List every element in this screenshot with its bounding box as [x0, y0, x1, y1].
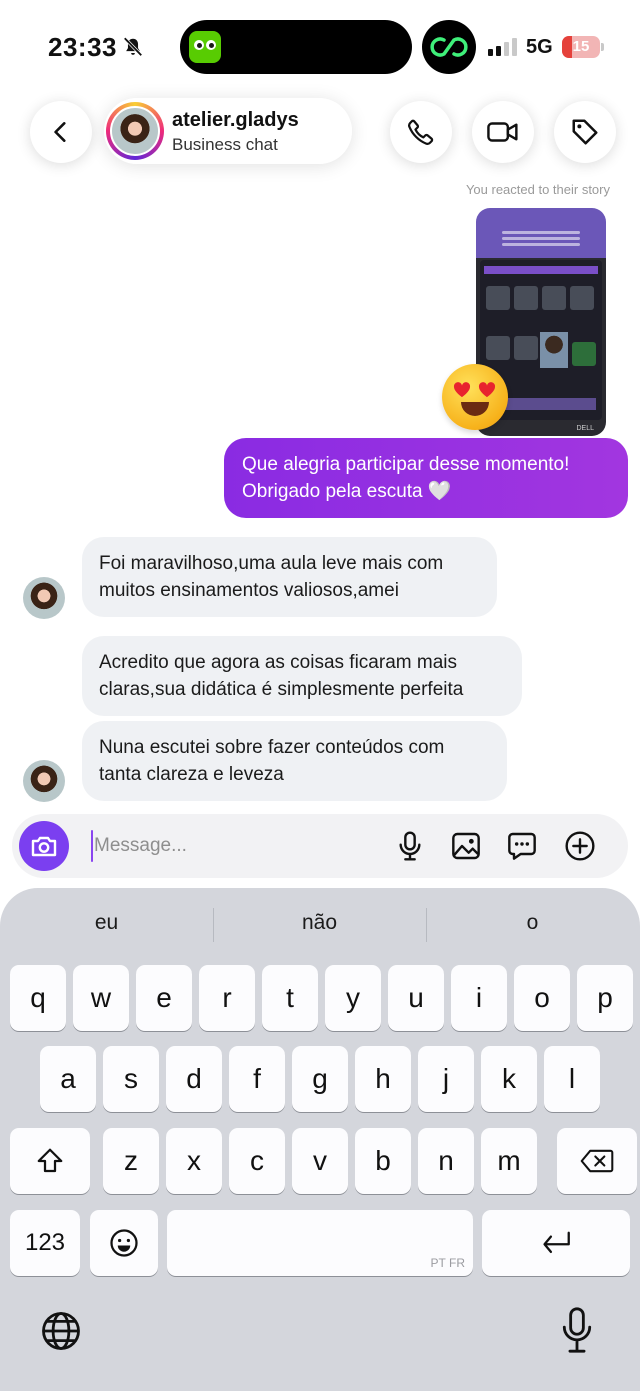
message-line: muitos ensinamentos valiosos,amei [99, 580, 399, 601]
add-icon[interactable] [564, 830, 596, 862]
key-e[interactable]: e [136, 965, 192, 1031]
message-line: Foi maravilhoso,uma aula leve mais com [99, 553, 444, 574]
message-line: Que alegria participar desse momento! [242, 454, 570, 475]
battery-level-fill [562, 36, 572, 58]
incoming-message[interactable]: Acredito que agora as coisas ficaram mai… [82, 636, 522, 716]
phone-icon [408, 119, 434, 145]
backspace-key[interactable] [557, 1128, 637, 1194]
message-line: Obrigado pela escuta 🤍 [242, 481, 452, 502]
message-line: claras,sua didática é simplesmente perfe… [99, 679, 464, 700]
numbers-key[interactable]: 123 [10, 1210, 80, 1276]
key-z[interactable]: z [103, 1128, 159, 1194]
key-t[interactable]: t [262, 965, 318, 1031]
contact-profile[interactable]: atelier.gladys Business chat [104, 98, 352, 164]
key-d[interactable]: d [166, 1046, 222, 1112]
bell-slash-icon [123, 37, 143, 57]
contact-subtitle: Business chat [172, 135, 278, 154]
key-u[interactable]: u [388, 965, 444, 1031]
duolingo-app-icon[interactable] [189, 31, 221, 63]
key-r[interactable]: r [199, 965, 255, 1031]
message-line: Nuna escutei sobre fazer conteúdos com [99, 737, 445, 758]
globe-icon[interactable] [40, 1310, 82, 1352]
key-m[interactable]: m [481, 1128, 537, 1194]
key-g[interactable]: g [292, 1046, 348, 1112]
story-caption-lines [476, 228, 606, 252]
key-w[interactable]: w [73, 965, 129, 1031]
key-y[interactable]: y [325, 965, 381, 1031]
camera-button[interactable] [19, 821, 69, 871]
shift-icon [37, 1148, 63, 1173]
outgoing-message[interactable]: Que alegria participar desse momento! Ob… [224, 438, 628, 518]
threads-app-icon[interactable] [422, 20, 476, 74]
backspace-icon [580, 1149, 614, 1173]
battery-tip [601, 43, 604, 51]
label-button[interactable] [554, 101, 616, 163]
story-reaction-note: You reacted to their story [465, 182, 610, 197]
return-key[interactable] [482, 1210, 630, 1276]
sender-avatar[interactable] [23, 577, 65, 619]
key-a[interactable]: a [40, 1046, 96, 1112]
key-h[interactable]: h [355, 1046, 411, 1112]
emoji-key[interactable] [90, 1210, 158, 1276]
back-button[interactable] [30, 101, 92, 163]
camera-icon [31, 836, 57, 857]
suggestion-1[interactable]: eu [0, 888, 213, 958]
key-x[interactable]: x [166, 1128, 222, 1194]
status-time: 23:33 [48, 32, 117, 62]
message-line: tanta clareza e leveza [99, 764, 284, 785]
key-p[interactable]: p [577, 965, 633, 1031]
key-s[interactable]: s [103, 1046, 159, 1112]
chat-header: atelier.gladys Business chat [0, 92, 640, 172]
emoji-icon [110, 1229, 138, 1257]
tag-icon [572, 119, 598, 145]
voice-call-button[interactable] [390, 101, 452, 163]
video-call-button[interactable] [472, 101, 534, 163]
key-q[interactable]: q [10, 965, 66, 1031]
key-b[interactable]: b [355, 1128, 411, 1194]
key-f[interactable]: f [229, 1046, 285, 1112]
key-o[interactable]: o [514, 965, 570, 1031]
message-input[interactable] [94, 828, 374, 864]
key-n[interactable]: n [418, 1128, 474, 1194]
status-bar: 23:33 5G 15 [0, 0, 640, 92]
key-c[interactable]: c [229, 1128, 285, 1194]
battery-percent: 15 [572, 38, 590, 55]
microphone-icon[interactable] [394, 830, 426, 862]
key-l[interactable]: l [544, 1046, 600, 1112]
contact-avatar [110, 106, 160, 156]
space-key[interactable]: PT FR [167, 1210, 473, 1276]
key-k[interactable]: k [481, 1046, 537, 1112]
keyboard-languages: PT FR [430, 1256, 465, 1270]
suggestion-2[interactable]: não [213, 888, 426, 958]
gallery-icon[interactable] [450, 830, 482, 862]
heart-eyes-emoji [442, 364, 508, 430]
sticker-icon[interactable] [506, 830, 538, 862]
message-line: Acredito que agora as coisas ficaram mai… [99, 652, 457, 673]
back-icon [54, 122, 66, 142]
contact-name: atelier.gladys [172, 109, 299, 131]
incoming-message[interactable]: Foi maravilhoso,uma aula leve mais com m… [82, 537, 497, 617]
incoming-message[interactable]: Nuna escutei sobre fazer conteúdos com t… [82, 721, 507, 801]
sender-avatar[interactable] [23, 760, 65, 802]
dictation-mic-icon[interactable] [560, 1306, 594, 1354]
story-ring [106, 102, 164, 160]
message-composer [12, 814, 628, 878]
story-brand-text: DELL [576, 425, 594, 432]
suggestion-3[interactable]: o [426, 888, 639, 958]
return-icon [543, 1231, 570, 1254]
network-type: 5G [526, 36, 553, 58]
video-camera-icon [487, 122, 518, 142]
key-i[interactable]: i [451, 965, 507, 1031]
cellular-signal-icon [488, 38, 517, 56]
text-cursor [91, 830, 93, 862]
key-j[interactable]: j [418, 1046, 474, 1112]
battery-indicator: 15 [562, 36, 600, 58]
key-v[interactable]: v [292, 1128, 348, 1194]
shift-key[interactable] [10, 1128, 90, 1194]
